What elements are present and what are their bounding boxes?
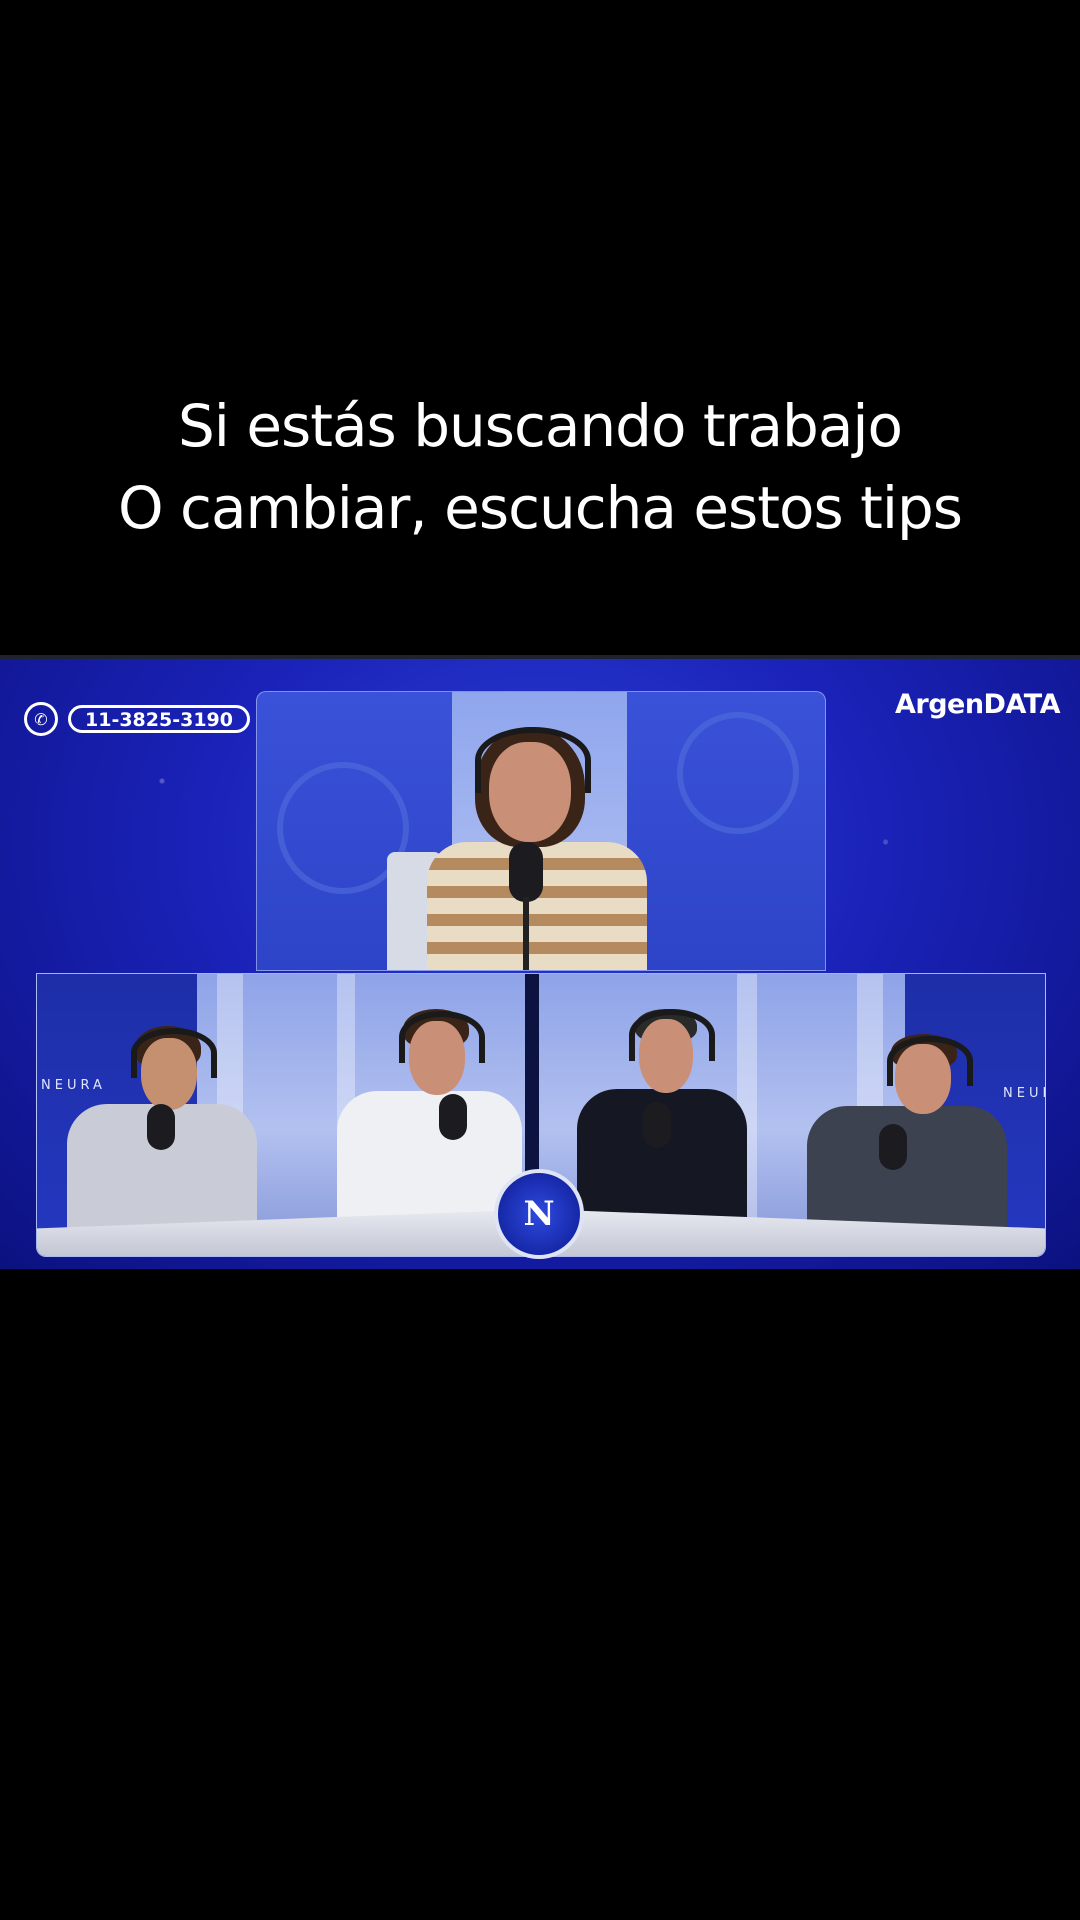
molecule-decoration bbox=[677, 712, 799, 834]
microphone bbox=[147, 1104, 175, 1150]
phone-number: 11-3825-3190 bbox=[68, 705, 250, 733]
whatsapp-icon: ✆ bbox=[24, 702, 58, 736]
headphones bbox=[399, 1011, 485, 1063]
host-camera-panel bbox=[256, 691, 826, 971]
host-person bbox=[407, 717, 667, 970]
microphone bbox=[879, 1124, 907, 1170]
headphones bbox=[475, 727, 591, 793]
neura-logo-badge: N bbox=[494, 1169, 584, 1259]
caption-line-2: O cambiar, escucha estos tips bbox=[117, 474, 963, 542]
video-frame[interactable]: ✆ 11-3825-3190 ArgenDATA NEURA NEURA bbox=[0, 655, 1080, 1269]
microphone bbox=[509, 842, 543, 902]
phone-badge: ✆ 11-3825-3190 bbox=[24, 701, 250, 737]
caption-overlay: Si estás buscando trabajo O cambiar, esc… bbox=[0, 385, 1080, 549]
mic-stand bbox=[523, 897, 529, 970]
caption-line-1: Si estás buscando trabajo bbox=[177, 392, 903, 460]
video-post: Si estás buscando trabajo O cambiar, esc… bbox=[0, 0, 1080, 1920]
microphone bbox=[439, 1094, 467, 1140]
headphones bbox=[131, 1028, 217, 1078]
brand-logo: ArgenDATA bbox=[894, 689, 1061, 720]
headphones bbox=[887, 1036, 973, 1086]
studio-logo-text: NEURA bbox=[1003, 1086, 1045, 1101]
headphones bbox=[629, 1009, 715, 1061]
microphone bbox=[643, 1102, 671, 1148]
